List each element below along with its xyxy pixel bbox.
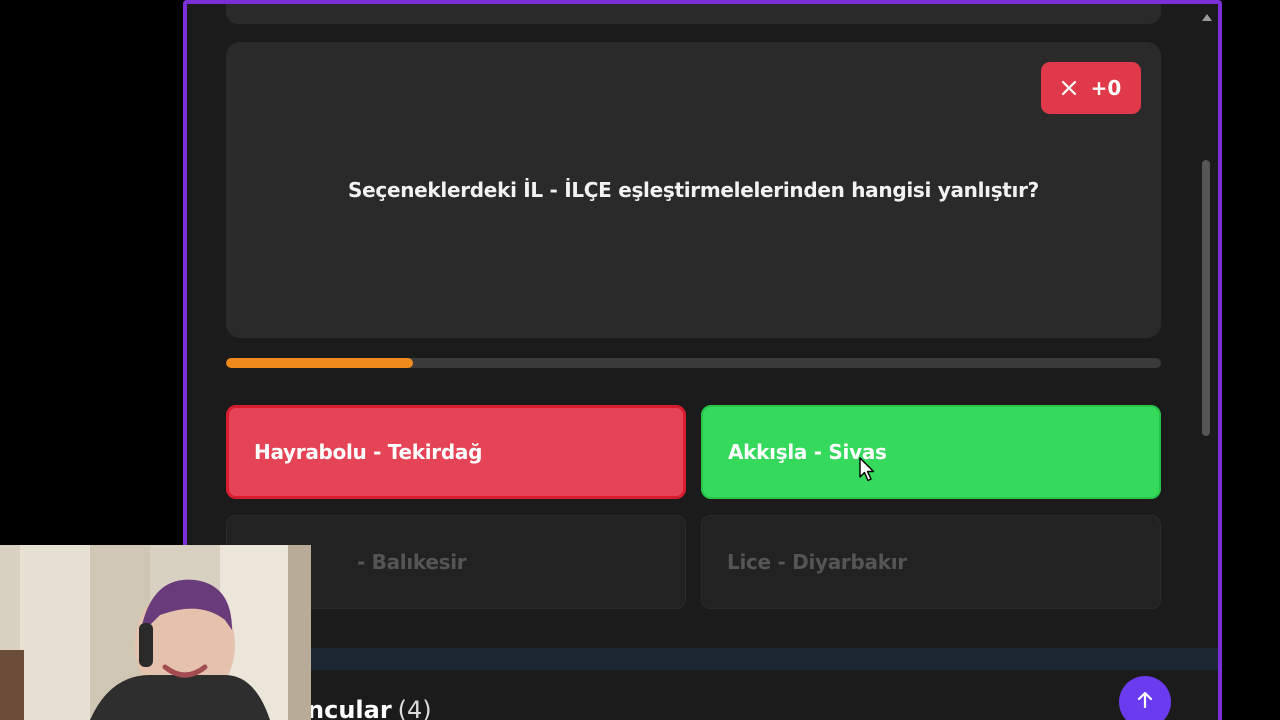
section-divider [187, 648, 1218, 670]
scrollbar[interactable] [1200, 4, 1212, 720]
answer-option-4[interactable]: Lice - Diyarbakır [701, 515, 1161, 609]
progress-bar [226, 358, 1161, 368]
section-title: ncular [307, 696, 392, 720]
section-heading: ncular (4) [307, 696, 432, 720]
score-value: +0 [1090, 76, 1122, 100]
webcam-image [0, 545, 311, 720]
question-card: +0 Seçeneklerdeki İL - İLÇE eşleştirmele… [226, 42, 1161, 338]
answer-option-1[interactable]: Hayrabolu - Tekirdağ [226, 405, 686, 499]
quiz-window: +0 Seçeneklerdeki İL - İLÇE eşleştirmele… [183, 0, 1222, 720]
scroll-up-arrow-icon[interactable] [1202, 14, 1212, 21]
webcam-overlay [0, 545, 311, 720]
answer-label: Hayrabolu - Tekirdağ [254, 440, 483, 464]
question-text: Seçeneklerdeki İL - İLÇE eşleştirmeleler… [348, 178, 1039, 202]
previous-card [226, 4, 1161, 24]
scrollbar-thumb[interactable] [1202, 160, 1210, 436]
score-badge: +0 [1041, 62, 1141, 114]
progress-bar-fill [226, 358, 413, 368]
answer-label: Lice - Diyarbakır [727, 550, 907, 574]
answer-option-2[interactable]: Akkışla - Sivas [701, 405, 1161, 499]
section-count: (4) [397, 696, 432, 720]
mouse-cursor-icon [859, 457, 875, 487]
close-icon [1061, 80, 1077, 96]
arrow-up-icon [1136, 691, 1154, 713]
answer-label: - Balıkesir [357, 550, 467, 574]
scroll-to-top-button[interactable] [1119, 676, 1171, 720]
